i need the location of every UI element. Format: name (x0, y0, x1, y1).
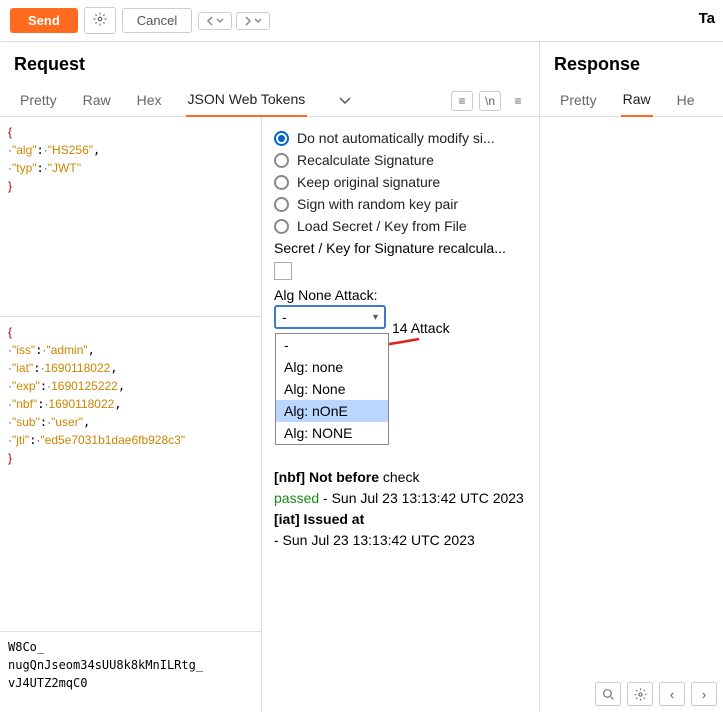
search-icon (602, 688, 615, 701)
jwt-header-editor[interactable]: { ·"alg":·"HS256", ·"typ":·"JWT" } (0, 117, 261, 317)
jwt-signature-editor[interactable]: W8Co_ nugQnJseom34sUU8k8kMnILRtg_ vJ4UTZ… (0, 632, 261, 712)
prev-page[interactable]: ‹ (659, 682, 685, 706)
dd-item-none-lower[interactable]: Alg: none (276, 356, 388, 378)
attack-text: 14 Attack (392, 320, 450, 336)
chevron-right-icon (244, 16, 252, 26)
cancel-button[interactable]: Cancel (122, 8, 192, 33)
tab-raw[interactable]: Raw (81, 86, 113, 116)
top-right-label: Ta (699, 10, 715, 27)
radio-recalculate[interactable]: Recalculate Signature (274, 149, 527, 171)
jwt-analysis: [nbf] Not before check passed - Sun Jul … (274, 467, 527, 551)
view-mode-2[interactable]: \n (479, 91, 501, 111)
chevron-down-icon (339, 97, 351, 105)
tab-jwt[interactable]: JSON Web Tokens (186, 85, 308, 117)
gear-icon (634, 688, 647, 701)
alg-dropdown: - Alg: none Alg: None Alg: nOnE Alg: NON… (275, 333, 389, 445)
resp-tab-pretty[interactable]: Pretty (558, 86, 599, 116)
view-mode-1[interactable]: ≡ (451, 91, 473, 111)
radio-keep-original[interactable]: Keep original signature (274, 171, 527, 193)
settings2-button[interactable] (627, 682, 653, 706)
resp-tab-hex[interactable]: He (675, 86, 697, 116)
dd-item-none-mixed[interactable]: Alg: nOnE (276, 400, 388, 422)
chevron-down-icon (216, 18, 224, 24)
alg-none-combo[interactable]: - ▾ - Alg: none Alg: None Alg: nOnE Alg:… (274, 305, 386, 329)
secret-label: Secret / Key for Signature recalcula... (274, 237, 527, 259)
tab-dropdown[interactable] (339, 94, 351, 108)
dd-item-dash[interactable]: - (276, 334, 388, 356)
prev-button[interactable] (198, 12, 232, 30)
chevron-down-icon: ▾ (373, 312, 378, 323)
dd-item-none-upper[interactable]: Alg: NONE (276, 422, 388, 444)
tab-hex[interactable]: Hex (135, 86, 164, 116)
secret-input[interactable] (274, 262, 292, 280)
radio-no-modify[interactable]: Do not automatically modify si... (274, 127, 527, 149)
next-page[interactable]: › (691, 682, 717, 706)
jwt-payload-editor[interactable]: { ·"iss":·"admin", ·"iat":·1690118022, ·… (0, 317, 261, 632)
send-button[interactable]: Send (10, 8, 78, 33)
dd-item-none-cap[interactable]: Alg: None (276, 378, 388, 400)
settings-button[interactable] (84, 7, 116, 34)
menu-icon[interactable]: ≡ (507, 91, 529, 111)
request-title: Request (0, 42, 539, 81)
response-title: Response (540, 42, 723, 81)
radio-random-key[interactable]: Sign with random key pair (274, 193, 527, 215)
alg-none-label: Alg None Attack: (274, 283, 527, 305)
search-button[interactable] (595, 682, 621, 706)
radio-load-secret[interactable]: Load Secret / Key from File (274, 215, 527, 237)
gear-icon (93, 12, 107, 26)
chevron-left-icon (206, 16, 214, 26)
next-button[interactable] (236, 12, 270, 30)
resp-tab-raw[interactable]: Raw (621, 85, 653, 117)
tab-pretty[interactable]: Pretty (18, 86, 59, 116)
chevron-down-icon (254, 18, 262, 24)
